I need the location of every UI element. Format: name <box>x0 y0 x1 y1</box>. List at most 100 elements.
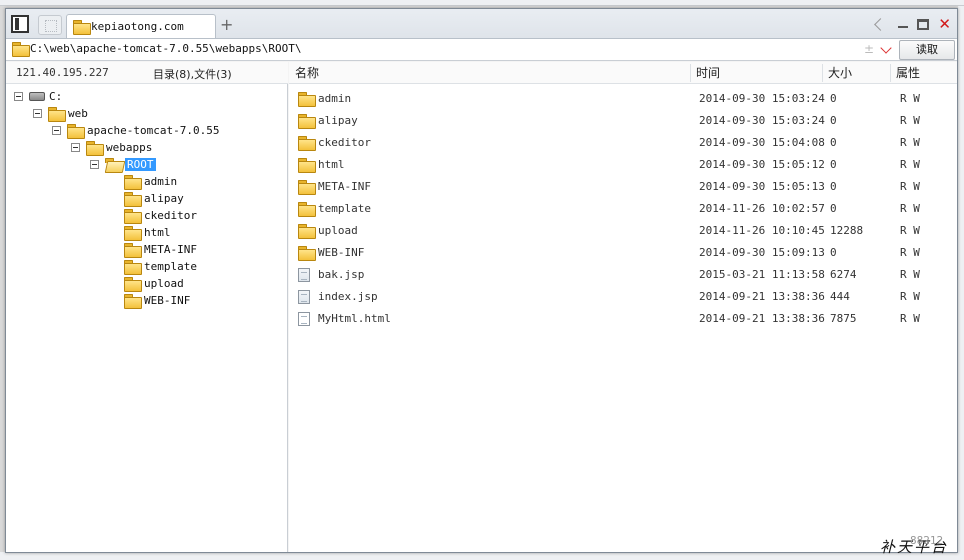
watermark-number: 88212 <box>910 534 944 547</box>
file-size: 0 <box>830 92 837 105</box>
file-row[interactable]: html 2014-09-30 15:05:12 0 R W <box>289 154 957 176</box>
tree-item[interactable]: alipay <box>109 190 184 207</box>
column-time[interactable]: 时间 <box>696 62 720 84</box>
tree-item[interactable]: upload <box>109 275 184 292</box>
tree-item[interactable]: C: <box>14 88 62 105</box>
file-size: 7875 <box>830 312 857 325</box>
minimize-icon[interactable] <box>898 26 909 28</box>
file-row[interactable]: MyHtml.html 2014-09-21 13:38:36 7875 R W <box>289 308 957 330</box>
file-name: template <box>318 202 371 215</box>
tree-item-label: ckeditor <box>144 209 197 222</box>
file-name: WEB-INF <box>318 246 365 259</box>
column-header: 名称 时间 大小 属性 <box>289 62 957 84</box>
folder-icon <box>298 180 316 195</box>
read-button[interactable]: 读取 <box>899 40 955 60</box>
file-attr: R W <box>900 92 920 105</box>
folder-icon <box>124 260 142 275</box>
folder-icon <box>124 277 142 292</box>
close-icon[interactable]: ✕ <box>938 17 951 32</box>
column-name[interactable]: 名称 <box>295 62 319 84</box>
chevron-left-icon[interactable] <box>874 17 888 31</box>
path-input[interactable]: C:\web\apache-tomcat-7.0.55\webapps\ROOT… <box>30 42 302 55</box>
collapse-toggle-icon[interactable] <box>71 143 80 152</box>
drive-icon <box>29 92 45 101</box>
folder-icon <box>298 246 316 261</box>
column-divider[interactable] <box>822 64 823 82</box>
file-name: MyHtml.html <box>318 312 391 325</box>
tree-item[interactable]: WEB-INF <box>109 292 190 309</box>
column-attr[interactable]: 属性 <box>896 62 920 84</box>
file-row[interactable]: index.jsp 2014-09-21 13:38:36 444 R W <box>289 286 957 308</box>
tree-item[interactable]: html <box>109 224 171 241</box>
file-list-pane: 名称 时间 大小 属性 admin 2014-09-30 15:03:24 0 R W… <box>289 62 957 552</box>
tree-item[interactable]: template <box>109 258 197 275</box>
tree-item-label: WEB-INF <box>144 294 191 307</box>
file-row[interactable]: ckeditor 2014-09-30 15:04:08 0 R W <box>289 132 957 154</box>
file-name: alipay <box>318 114 358 127</box>
collapse-toggle-icon[interactable] <box>14 92 23 101</box>
tree-item[interactable]: META-INF <box>109 241 197 258</box>
file-row[interactable]: WEB-INF 2014-09-30 15:09:13 0 R W <box>289 242 957 264</box>
plus-minus-icon[interactable]: ± <box>864 42 874 56</box>
file-name: admin <box>318 92 352 105</box>
maximize-icon[interactable] <box>917 18 930 30</box>
tree-item-label: ROOT <box>125 158 156 171</box>
file-row[interactable]: alipay 2014-09-30 15:03:24 0 R W <box>289 110 957 132</box>
file-size: 444 <box>830 290 850 303</box>
chevron-down-icon[interactable] <box>880 42 892 54</box>
file-row[interactable]: bak.jsp 2015-03-21 11:13:58 6274 R W <box>289 264 957 286</box>
file-size: 6274 <box>830 268 857 281</box>
tree-item-label: upload <box>144 277 184 290</box>
file-size: 0 <box>830 202 837 215</box>
column-size[interactable]: 大小 <box>828 62 852 84</box>
tree-item-label: html <box>144 226 171 239</box>
file-size: 0 <box>830 158 837 171</box>
file-time: 2015-03-21 11:13:58 <box>699 268 825 281</box>
new-tab-plus-icon[interactable]: + <box>220 15 233 34</box>
column-divider[interactable] <box>690 64 691 82</box>
file-attr: R W <box>900 268 920 281</box>
tab-active[interactable]: kepiaotong.com <box>66 14 216 38</box>
tree-item[interactable]: apache-tomcat-7.0.55 <box>52 122 219 139</box>
file-row[interactable]: META-INF 2014-09-30 15:05:13 0 R W <box>289 176 957 198</box>
tree-item-label: web <box>68 107 88 120</box>
tree-item[interactable]: webapps <box>71 139 152 156</box>
folder-icon <box>298 224 316 239</box>
file-time: 2014-09-30 15:05:13 <box>699 180 825 193</box>
tree-item[interactable]: ROOT <box>90 156 156 173</box>
file-name: index.jsp <box>318 290 378 303</box>
folder-icon <box>124 192 142 207</box>
collapse-toggle-icon[interactable] <box>90 160 99 169</box>
file-row[interactable]: template 2014-11-26 10:02:57 0 R W <box>289 198 957 220</box>
file-size: 12288 <box>830 224 864 237</box>
folder-icon <box>48 107 66 122</box>
tree-item[interactable]: admin <box>109 173 177 190</box>
sidebar-toggle-icon[interactable] <box>11 15 29 33</box>
collapse-toggle-icon[interactable] <box>52 126 61 135</box>
file-attr: R W <box>900 180 920 193</box>
file-time: 2014-09-30 15:09:13 <box>699 246 825 259</box>
tree-item[interactable]: ckeditor <box>109 207 197 224</box>
folder-icon <box>67 124 85 139</box>
folder-open-icon <box>105 158 121 171</box>
tree-item[interactable]: web <box>33 105 88 122</box>
file-row[interactable]: admin 2014-09-30 15:03:24 0 R W <box>289 88 957 110</box>
folder-icon <box>12 42 30 57</box>
file-row[interactable]: upload 2014-11-26 10:10:45 12288 R W <box>289 220 957 242</box>
file-attr: R W <box>900 136 920 149</box>
file-size: 0 <box>830 180 837 193</box>
file-attr: R W <box>900 114 920 127</box>
file-time: 2014-11-26 10:10:45 <box>699 224 825 237</box>
background-browser-strip <box>0 0 964 6</box>
background-bottom-edge <box>0 552 964 560</box>
tree-item-label: META-INF <box>144 243 197 256</box>
collapse-toggle-icon[interactable] <box>33 109 42 118</box>
file-attr: R W <box>900 202 920 215</box>
file-attr: R W <box>900 312 920 325</box>
tree-item-label: webapps <box>106 141 153 154</box>
file-name: upload <box>318 224 358 237</box>
background-right-edge <box>958 6 964 552</box>
blank-tab-icon[interactable] <box>38 15 62 35</box>
column-divider[interactable] <box>890 64 891 82</box>
file-name: html <box>318 158 345 171</box>
